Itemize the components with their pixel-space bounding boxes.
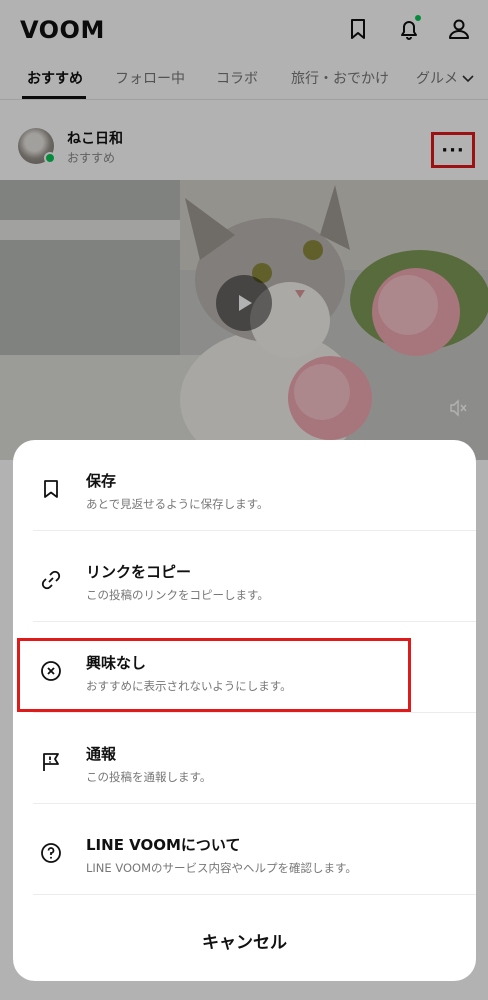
menu-item-description: LINE VOOMのサービス内容やヘルプを確認します。 <box>86 861 357 875</box>
menu-item-copy-link[interactable]: リンクをコピー この投稿のリンクをコピーします。 <box>13 531 476 622</box>
divider <box>33 894 476 895</box>
cancel-button[interactable]: キャンセル <box>13 900 476 981</box>
highlight-frame <box>17 638 411 712</box>
menu-item-title: 保存 <box>86 472 117 490</box>
help-circle-icon <box>39 841 63 865</box>
menu-item-description: この投稿を通報します。 <box>86 770 212 784</box>
menu-item-title: LINE VOOMについて <box>86 836 241 854</box>
menu-item-report[interactable]: 通報 この投稿を通報します。 <box>13 713 476 804</box>
report-flag-icon <box>39 750 63 774</box>
link-icon <box>39 568 63 592</box>
menu-item-description: この投稿のリンクをコピーします。 <box>86 588 269 602</box>
post-options-sheet: 保存 あとで見返せるように保存します。 リンクをコピー この投稿のリンクをコピー… <box>13 440 476 981</box>
menu-item-description: あとで見返せるように保存します。 <box>86 497 269 511</box>
menu-item-title: リンクをコピー <box>86 563 192 581</box>
menu-item-save[interactable]: 保存 あとで見返せるように保存します。 <box>13 440 476 531</box>
menu-item-title: 通報 <box>86 745 117 763</box>
menu-item-about-voom[interactable]: LINE VOOMについて LINE VOOMのサービス内容やヘルプを確認します… <box>13 804 476 895</box>
bookmark-icon <box>39 477 63 501</box>
